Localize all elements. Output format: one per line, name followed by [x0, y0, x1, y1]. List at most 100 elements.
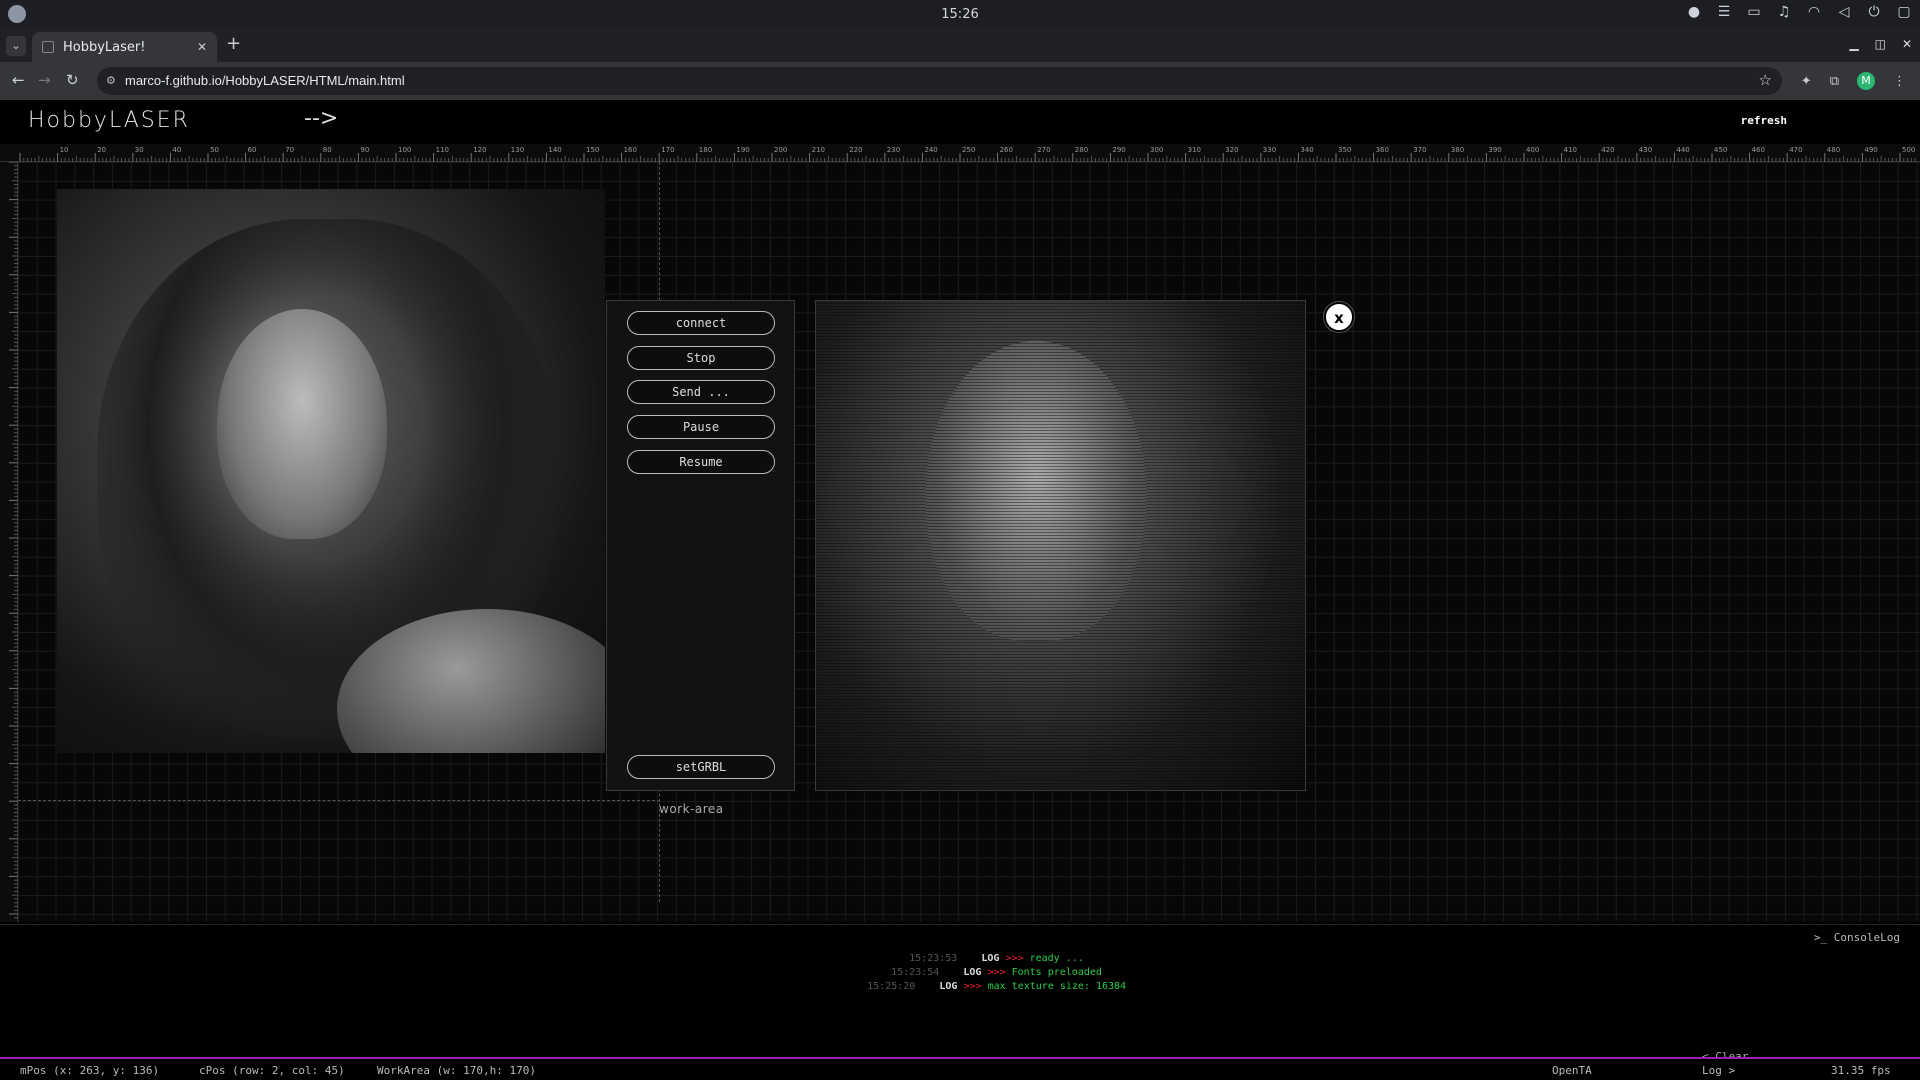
- bookmark-star-icon[interactable]: ☆: [1759, 71, 1772, 89]
- ruler-top-ticks: 10 20 30 40 50 60 70 80 90 100 110 120 130 140 150 160 1…: [19, 146, 1916, 162]
- address-bar[interactable]: ⚙ marco-f.github.io/HobbyLASER/HTML/main…: [97, 67, 1782, 95]
- page-favicon-icon: [42, 41, 54, 53]
- refresh-button[interactable]: refresh: [1741, 114, 1787, 127]
- ruler-label: 420: [1601, 146, 1614, 154]
- ruler-label: 180: [699, 146, 712, 154]
- image-face: [217, 309, 387, 539]
- work-area-size: WorkArea (w: 170,h: 170): [377, 1064, 536, 1077]
- ruler-label: 210: [812, 146, 825, 154]
- browser-tab-strip: ⌄ HobbyLaser! ✕ + ▁ ◫ ✕: [0, 29, 1920, 62]
- ruler-label: 10: [60, 146, 69, 154]
- ruler-label: 380: [1451, 146, 1464, 154]
- cursor-position: cPos (row: 2, col: 45): [199, 1064, 345, 1077]
- browser-tab[interactable]: HobbyLaser! ✕: [32, 32, 217, 62]
- status-bar: mPos (x: 263, y: 136) cPos (row: 2, col:…: [0, 1057, 1920, 1080]
- ruler-label: 70: [285, 146, 294, 154]
- ruler-label: 150: [586, 146, 599, 154]
- ruler-label: 240: [924, 146, 937, 154]
- forward-icon[interactable]: →: [38, 71, 51, 89]
- control-panel: connect Stop Send ... Pause Resume setGR…: [606, 300, 795, 791]
- ruler-label: 490: [1864, 146, 1877, 154]
- ruler-label: 100: [398, 146, 411, 154]
- ruler-label: 260: [1000, 146, 1013, 154]
- ruler-label: 120: [473, 146, 486, 154]
- volume-icon[interactable]: ◁: [1836, 4, 1852, 20]
- ruler-label: 480: [1827, 146, 1840, 154]
- ruler-label: 40: [172, 146, 181, 154]
- ruler-label: 90: [360, 146, 369, 154]
- wifi-icon[interactable]: ◠: [1806, 4, 1822, 20]
- ruler-label: 290: [1112, 146, 1125, 154]
- ruler-label: 130: [511, 146, 524, 154]
- bell-icon[interactable]: ♫: [1776, 4, 1792, 20]
- more-menu-icon[interactable]: ⋮: [1893, 74, 1906, 89]
- connect-button[interactable]: connect: [627, 311, 775, 335]
- profile-avatar[interactable]: M: [1857, 72, 1875, 90]
- log-message: max texture size: 16384: [987, 981, 1127, 992]
- log-tag: LOG: [939, 981, 958, 992]
- record-icon[interactable]: ●: [1686, 4, 1702, 20]
- maximize-icon[interactable]: ◫: [1875, 37, 1886, 51]
- tab-close-icon[interactable]: ✕: [197, 40, 207, 54]
- url-text[interactable]: marco-f.github.io/HobbyLASER/HTML/main.h…: [125, 73, 405, 88]
- ruler-label: 250: [962, 146, 975, 154]
- ruler-label: 390: [1488, 146, 1501, 154]
- power-icon[interactable]: ⏻: [1866, 4, 1882, 20]
- ruler-label: 200: [774, 146, 787, 154]
- new-tab-button[interactable]: +: [226, 33, 241, 54]
- ruler-label: 110: [436, 146, 449, 154]
- ruler-label: 20: [97, 146, 106, 154]
- app-header: HobbyLASER --> refresh: [0, 100, 1920, 143]
- os-top-bar: 15:26 ● ☰ ▭ ♫ ◠ ◁ ⏻ ▢: [0, 0, 1920, 29]
- resume-button[interactable]: Resume: [627, 450, 775, 474]
- pause-button[interactable]: Pause: [627, 415, 775, 439]
- log-arrow: >>>: [963, 981, 982, 992]
- ruler-label: 330: [1263, 146, 1276, 154]
- ruler-label: 430: [1639, 146, 1652, 154]
- ruler-label: 310: [1188, 146, 1201, 154]
- ruler-label: 400: [1526, 146, 1539, 154]
- log-toggle-button[interactable]: Log >: [1702, 1064, 1735, 1077]
- fps-counter: 31.35 fps: [1831, 1064, 1891, 1077]
- folder-icon[interactable]: ▭: [1746, 4, 1762, 20]
- ruler-left-ticks: [9, 161, 18, 919]
- window-close-icon[interactable]: ✕: [1902, 37, 1912, 51]
- window-controls: ▁ ◫ ✕: [1849, 37, 1912, 51]
- ruler-label: 220: [849, 146, 862, 154]
- site-info-icon[interactable]: ⚙: [106, 74, 120, 88]
- ruler-label: 360: [1376, 146, 1389, 154]
- close-preview-button[interactable]: x: [1324, 302, 1354, 332]
- ruler-label: 190: [736, 146, 749, 154]
- stop-button[interactable]: Stop: [627, 346, 775, 370]
- engrave-preview[interactable]: [815, 300, 1306, 791]
- ruler-label: 230: [887, 146, 900, 154]
- back-icon[interactable]: ←: [12, 71, 25, 89]
- ruler-left: [0, 161, 18, 922]
- source-image[interactable]: [57, 189, 605, 753]
- minimize-icon[interactable]: ▁: [1849, 37, 1858, 51]
- send-button[interactable]: Send ...: [627, 380, 775, 404]
- log-line: 15:25:20 LOG >>> max texture size: 16384: [831, 970, 1126, 1003]
- ruler-label: 30: [135, 146, 144, 154]
- ruler-label: 410: [1564, 146, 1577, 154]
- console-title[interactable]: >_ ConsoleLog: [1814, 931, 1900, 944]
- tab-list-button[interactable]: ⌄: [6, 36, 26, 56]
- log-time: 15:25:20: [867, 981, 916, 992]
- os-logo-icon[interactable]: [8, 5, 26, 23]
- os-clock: 15:26: [941, 7, 979, 22]
- extension-area: ✦ ⧉ M ⋮: [1801, 72, 1906, 90]
- reload-icon[interactable]: ↻: [66, 71, 79, 89]
- menu-arrow-icon[interactable]: -->: [304, 106, 338, 131]
- ruler-label: 270: [1037, 146, 1050, 154]
- browser-toolbar: ← → ↻ ⚙ marco-f.github.io/HobbyLASER/HTM…: [0, 62, 1920, 100]
- ruler-label: 460: [1752, 146, 1765, 154]
- menu-icon[interactable]: ☰: [1716, 4, 1732, 20]
- setgrbl-button[interactable]: setGRBL: [627, 755, 775, 779]
- open-ta-button[interactable]: OpenTA: [1552, 1064, 1592, 1077]
- ruler-label: 440: [1676, 146, 1689, 154]
- extension-icon[interactable]: ✦: [1801, 74, 1812, 89]
- ruler-label: 340: [1300, 146, 1313, 154]
- puzzle-icon[interactable]: ⧉: [1830, 74, 1839, 89]
- sidebar-toggle-icon[interactable]: ▢: [1896, 4, 1912, 20]
- ruler-label: 370: [1413, 146, 1426, 154]
